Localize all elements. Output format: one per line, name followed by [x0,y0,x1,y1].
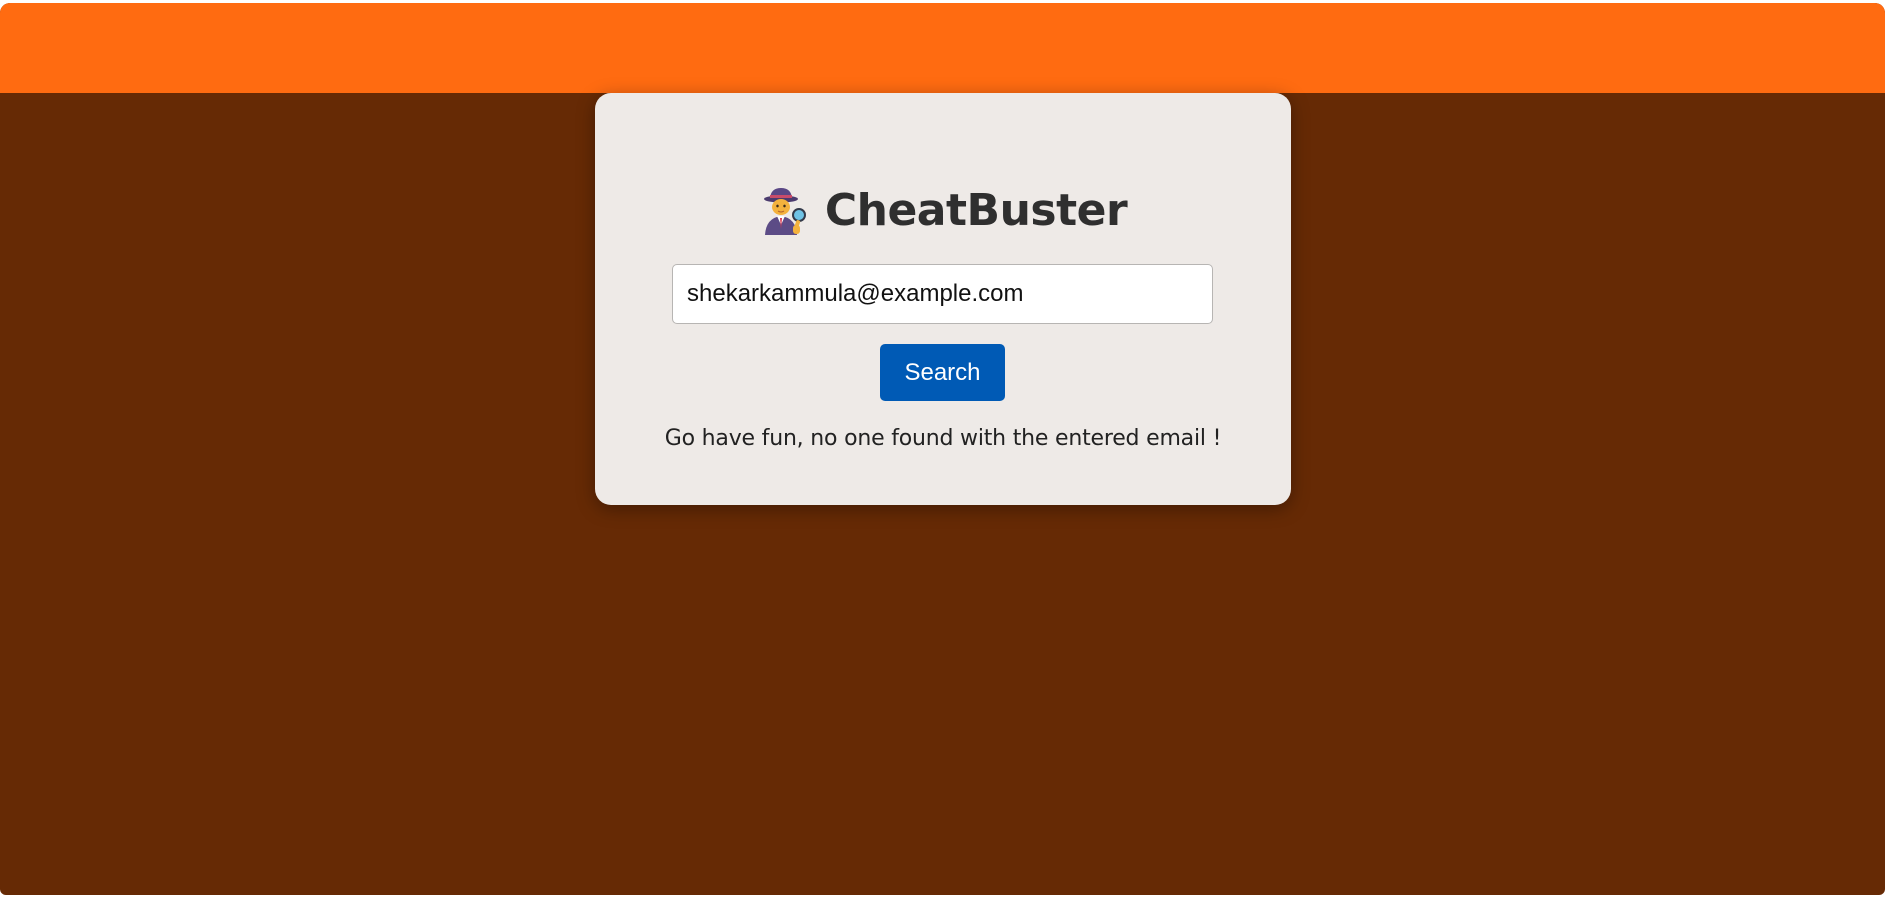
email-search-input[interactable] [672,264,1213,324]
search-button[interactable]: Search [880,344,1005,401]
search-card: CheatBuster Search Go have fun, no one f… [595,93,1291,505]
top-header-bar [0,3,1885,93]
title-row: CheatBuster [595,179,1291,243]
app-title: CheatBuster [824,185,1128,236]
app-window: CheatBuster Search Go have fun, no one f… [0,3,1885,895]
search-result-message: Go have fun, no one found with the enter… [664,426,1222,451]
detective-icon [763,188,806,235]
